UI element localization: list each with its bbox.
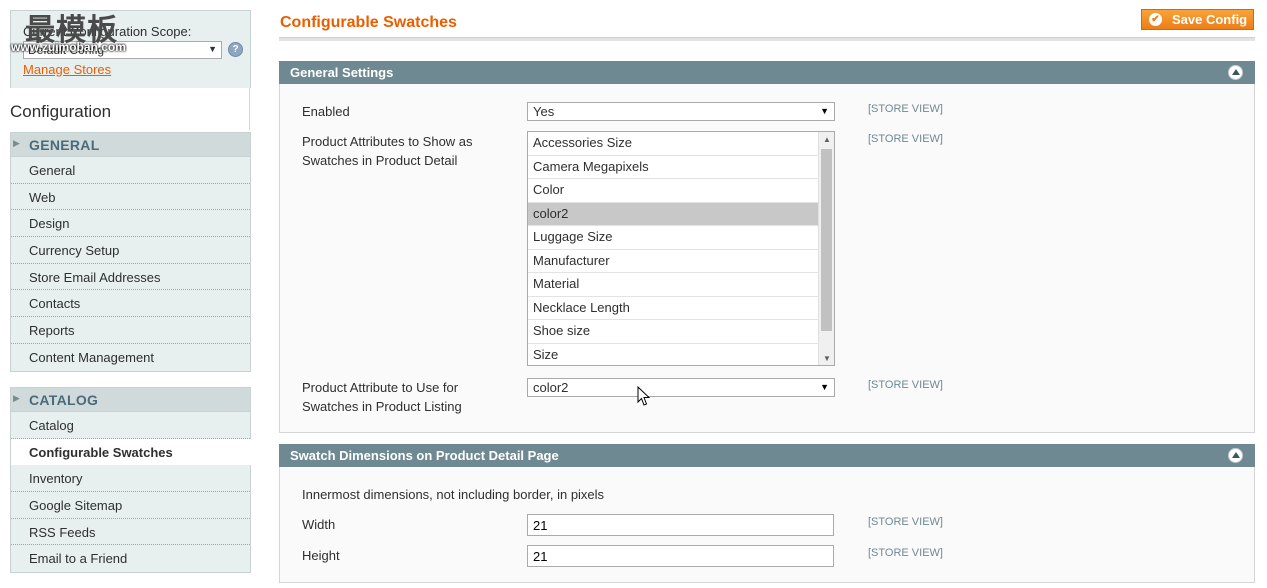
watermark-url: www.zuimoban.com	[11, 40, 126, 54]
sidebar-item-design[interactable]: Design	[11, 210, 250, 238]
mouse-cursor-icon	[637, 386, 651, 406]
dimensions-note: Innermost dimensions, not including bord…	[302, 487, 605, 502]
listing-attribute-select[interactable]: color2 ▼	[527, 378, 835, 397]
general-settings-title: General Settings	[290, 65, 394, 80]
sidebar-item-label: Inventory	[29, 471, 83, 487]
scope-tag: [STORE VIEW]	[868, 133, 943, 145]
listing-attribute-select-value: color2	[533, 380, 569, 395]
sidebar-item-label: RSS Feeds	[29, 524, 96, 540]
page-title: Configurable Swatches	[280, 14, 457, 31]
scope-tag: [STORE VIEW]	[868, 547, 943, 559]
swatch-dimensions-title: Swatch Dimensions on Product Detail Page	[290, 448, 559, 463]
sidebar-item-label: Web	[29, 189, 56, 205]
help-icon[interactable]: ?	[228, 42, 243, 57]
scope-tag: [STORE VIEW]	[868, 379, 943, 391]
sidebar-item-label: Google Sitemap	[29, 498, 123, 514]
listing-attribute-label-line: Product Attribute to Use for	[302, 380, 459, 395]
sidebar-item-inventory[interactable]: Inventory	[11, 465, 250, 493]
detail-attributes-label-line: Product Attributes to Show as	[302, 134, 473, 149]
list-item-selected[interactable]: color2	[528, 202, 818, 226]
collapse-icon[interactable]	[1228, 65, 1243, 80]
detail-attributes-label: Product Attributes to Show as Swatches i…	[302, 132, 473, 170]
sidebar-item-general[interactable]: General	[11, 157, 250, 184]
sidebar-item-label: Store Email Addresses	[29, 269, 161, 285]
sidebar-item-web[interactable]: Web	[11, 184, 250, 211]
sidebar-item-label: Currency Setup	[29, 243, 120, 259]
nav-section-label: CATALOG	[29, 392, 99, 408]
detail-attributes-label-line: Swatches in Product Detail	[302, 153, 458, 168]
configuration-heading: Configuration	[0, 88, 250, 130]
sidebar-item-store-email-addresses[interactable]: Store Email Addresses	[11, 264, 250, 291]
sidebar-item-rss-feeds[interactable]: RSS Feeds	[11, 519, 250, 546]
sidebar-item-label: Reports	[29, 323, 75, 339]
triangle-right-icon: ▶	[13, 138, 20, 148]
list-item[interactable]: Accessories Size	[528, 132, 818, 156]
manage-stores-link[interactable]: Manage Stores	[23, 62, 111, 77]
scroll-down-icon[interactable]: ▼	[823, 354, 831, 363]
enabled-select[interactable]: Yes ▼	[527, 102, 835, 121]
list-item[interactable]: Shoe size	[528, 320, 818, 344]
sidebar-item-contacts[interactable]: Contacts	[11, 290, 250, 318]
enabled-label: Enabled	[302, 104, 350, 119]
multiselect-scrollbar[interactable]: ▲ ▼	[818, 132, 834, 365]
nav-section-title[interactable]: ▶ GENERAL	[11, 133, 250, 157]
scroll-up-icon[interactable]: ▲	[823, 135, 831, 144]
sidebar-item-label: Email to a Friend	[29, 551, 128, 567]
sidebar-item-label: Catalog	[29, 418, 74, 433]
listing-attribute-label-line: Swatches in Product Listing	[302, 399, 462, 414]
nav-section-general: ▶ GENERAL General Web Design Currency Se…	[10, 132, 251, 372]
list-item[interactable]: Material	[528, 273, 818, 297]
nav-section-title[interactable]: ▶ CATALOG	[11, 388, 250, 412]
save-config-label: Save Config	[1172, 12, 1248, 27]
scope-switcher: Current Configuration Scope: Default Con…	[10, 10, 251, 88]
nav-section-catalog: ▶ CATALOG Catalog Configurable Swatches …	[10, 387, 251, 574]
sidebar: Current Configuration Scope: Default Con…	[0, 0, 252, 588]
general-settings-header[interactable]: General Settings	[279, 61, 1255, 84]
sidebar-item-label: Design	[29, 216, 70, 232]
sidebar-item-label: General	[29, 163, 76, 178]
collapse-icon[interactable]	[1228, 448, 1243, 463]
list-item[interactable]: Size	[528, 344, 818, 366]
configuration-heading-text: Configuration	[10, 102, 112, 121]
sidebar-item-catalog[interactable]: Catalog	[11, 412, 250, 439]
list-item[interactable]: Manufacturer	[528, 250, 818, 273]
sidebar-item-email-to-a-friend[interactable]: Email to a Friend	[11, 545, 250, 572]
scope-tag: [STORE VIEW]	[868, 103, 943, 115]
sidebar-item-configurable-swatches[interactable]: Configurable Swatches	[11, 438, 251, 466]
sidebar-item-label: Content Management	[29, 349, 155, 365]
width-input[interactable]	[527, 514, 834, 536]
save-config-button[interactable]: ✔ Save Config	[1141, 9, 1254, 30]
list-item[interactable]: Color	[528, 179, 818, 203]
chevron-down-icon: ▼	[820, 382, 829, 392]
sidebar-item-content-management[interactable]: Content Management	[11, 344, 250, 371]
chevron-down-icon: ▼	[820, 106, 829, 116]
check-circle-icon: ✔	[1149, 13, 1162, 26]
listing-attribute-label: Product Attribute to Use for Swatches in…	[302, 378, 462, 416]
height-label: Height	[302, 548, 340, 563]
scope-tag: [STORE VIEW]	[868, 516, 943, 528]
sidebar-item-label: Configurable Swatches	[29, 444, 173, 460]
chevron-down-icon: ▼	[208, 44, 217, 54]
list-item[interactable]: Luggage Size	[528, 226, 818, 250]
list-item[interactable]: Necklace Length	[528, 297, 818, 320]
nav-section-label: GENERAL	[29, 137, 100, 153]
scrollbar-thumb[interactable]	[821, 149, 832, 331]
sidebar-item-label: Contacts	[29, 296, 81, 312]
triangle-right-icon: ▶	[13, 393, 20, 403]
title-divider	[279, 37, 1255, 41]
height-input[interactable]	[527, 545, 834, 567]
list-item[interactable]: Camera Megapixels	[528, 156, 818, 179]
sidebar-item-currency-setup[interactable]: Currency Setup	[11, 237, 250, 264]
enabled-select-value: Yes	[533, 104, 555, 119]
width-label: Width	[302, 517, 336, 532]
sidebar-item-google-sitemap[interactable]: Google Sitemap	[11, 492, 250, 519]
swatch-dimensions-header[interactable]: Swatch Dimensions on Product Detail Page	[279, 444, 1255, 467]
sidebar-item-reports[interactable]: Reports	[11, 317, 250, 344]
detail-attributes-multiselect[interactable]: Accessories Size Camera Megapixels Color…	[527, 131, 835, 366]
